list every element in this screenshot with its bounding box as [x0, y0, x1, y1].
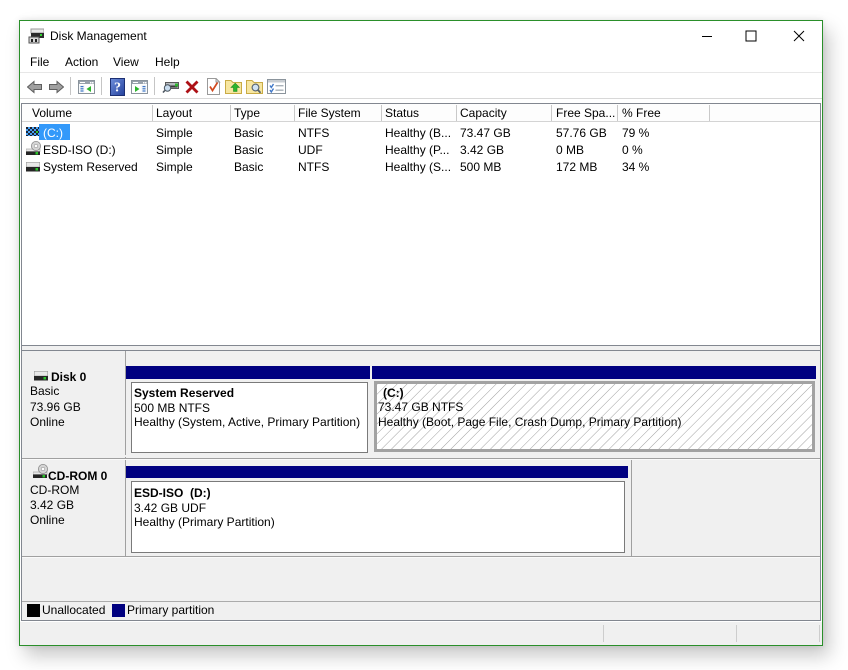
- svg-text:?: ?: [114, 81, 121, 96]
